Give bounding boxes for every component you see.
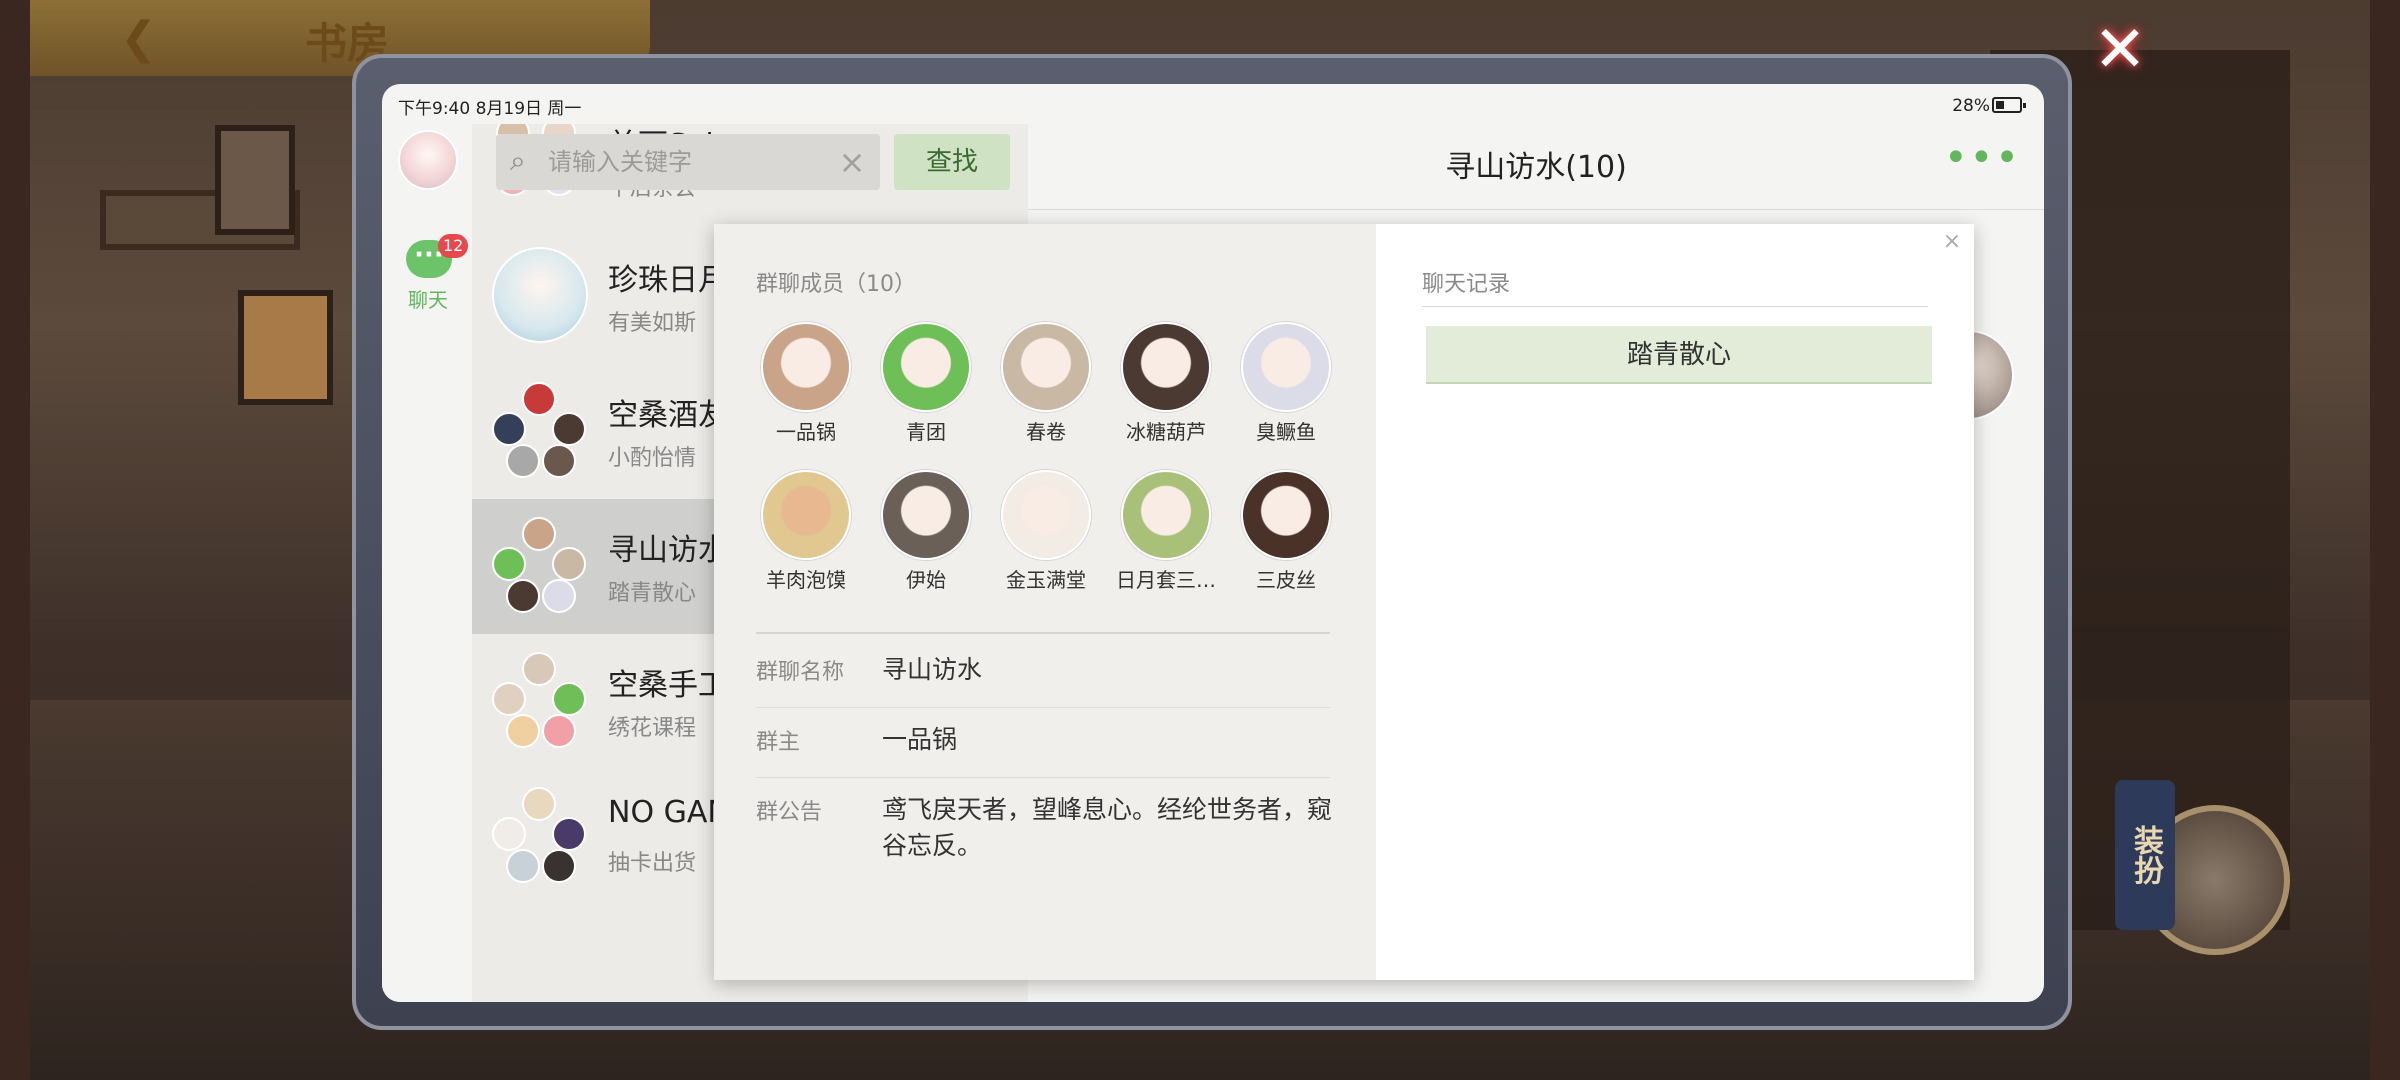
avatar[interactable] (398, 130, 458, 190)
wall-frame (215, 125, 295, 235)
group-avatar (492, 382, 588, 478)
group-avatar (492, 652, 588, 748)
battery-icon (1992, 97, 2026, 113)
close-icon[interactable]: ✕ (2085, 18, 2155, 82)
search-icon: ⌕ (510, 144, 526, 177)
status-bar: 下午9:40 8月19日 周一 28% (382, 84, 2044, 124)
group-notice-value: 鸢飞戾天者，望峰息心。经纶世务者，窥谷忘反。 (882, 795, 1333, 860)
close-icon[interactable]: × (1940, 230, 1964, 254)
group-owner-row: 群主 一品锅 (756, 724, 1330, 778)
member-item[interactable]: 日月套三… (1116, 470, 1216, 600)
member-item[interactable]: 冰糖葫芦 (1116, 322, 1216, 452)
member-name: 金玉满堂 (1006, 568, 1086, 592)
member-name: 春卷 (1026, 420, 1066, 444)
history-item[interactable]: 踏青散心 (1426, 326, 1932, 384)
chat-history-panel: 聊天记录 踏青散心 × (1376, 224, 1974, 980)
nav-item-chat[interactable]: ··· 12 聊天 (390, 234, 469, 324)
member-item[interactable]: 臭鳜鱼 (1236, 322, 1336, 452)
member-item[interactable]: 伊始 (876, 470, 976, 600)
group-notice-label: 群公告 (756, 800, 823, 825)
chat-preview: 有美如斯 (608, 311, 697, 336)
group-avatar (492, 787, 588, 883)
more-options-icon[interactable]: ••• (1944, 138, 2019, 186)
avatar (1001, 322, 1091, 412)
chat-title: 寻山访水(10) (1445, 150, 1627, 185)
divider (1422, 306, 1928, 307)
member-name: 三皮丝 (1256, 568, 1316, 592)
member-item[interactable]: 羊肉泡馍 (756, 470, 856, 600)
history-title: 聊天记录 (1422, 272, 1511, 297)
member-item[interactable]: 青团 (876, 322, 976, 452)
avatar (1241, 470, 1331, 560)
avatar (1121, 322, 1211, 412)
group-owner-label: 群主 (756, 730, 801, 755)
member-item[interactable]: 一品锅 (756, 322, 856, 452)
back-arrow-icon[interactable]: ❮ (120, 14, 170, 64)
search-button[interactable]: 查找 (894, 134, 1010, 190)
search-box[interactable]: ⌕ × (496, 134, 880, 190)
chat-title: 寻山访水 (608, 533, 728, 568)
group-name-row[interactable]: 群聊名称 寻山访水 (756, 654, 1330, 708)
group-name-label: 群聊名称 (756, 660, 845, 685)
clear-icon[interactable]: × (834, 144, 870, 180)
member-name: 臭鳜鱼 (1256, 420, 1316, 444)
member-name: 羊肉泡馍 (766, 568, 846, 592)
divider (756, 632, 1330, 634)
member-item[interactable]: 春卷 (996, 322, 1096, 452)
wall-frame (238, 290, 333, 405)
avatar (881, 470, 971, 560)
group-owner-value: 一品锅 (882, 725, 958, 754)
search-input[interactable] (548, 142, 828, 182)
members-title: 群聊成员（10） (756, 272, 916, 297)
nav-rail: ··· 12 聊天 (382, 124, 472, 1002)
group-name-value: 寻山访水 (882, 655, 983, 684)
chat-title: 空桑手工 (608, 668, 728, 703)
avatar (761, 470, 851, 560)
group-info-panel: 群聊成员（10） 一品锅 青团 春卷 冰糖葫芦 臭鳜鱼 羊肉泡馍 伊始 金玉满堂… (714, 224, 1376, 980)
group-avatar (492, 247, 588, 343)
chat-preview: 抽卡出货 (608, 851, 697, 876)
chat-preview: 绣花课程 (608, 716, 697, 741)
member-name: 日月套三… (1116, 568, 1216, 592)
member-name: 冰糖葫芦 (1126, 420, 1206, 444)
avatar (1241, 322, 1331, 412)
member-name: 伊始 (906, 568, 946, 592)
group-info-dialog: 群聊成员（10） 一品锅 青团 春卷 冰糖葫芦 臭鳜鱼 羊肉泡馍 伊始 金玉满堂… (714, 224, 1974, 980)
group-avatar (492, 517, 588, 613)
member-item[interactable]: 三皮丝 (1236, 470, 1336, 600)
dress-up-button[interactable]: 装扮 (2115, 780, 2175, 930)
left-edge (0, 0, 30, 1080)
avatar (881, 322, 971, 412)
chat-preview: 小酌怡情 (608, 446, 697, 471)
chat-title: 空桑酒友 (608, 398, 728, 433)
member-name: 青团 (906, 420, 946, 444)
member-name: 一品锅 (776, 420, 836, 444)
unread-badge: 12 (438, 234, 469, 258)
right-edge (2370, 0, 2400, 1080)
battery-percent: 28% (1952, 96, 1990, 116)
member-item[interactable]: 金玉满堂 (996, 470, 1096, 600)
chat-preview: 踏青散心 (608, 581, 697, 606)
chat-title: 珍珠日月 (608, 263, 728, 298)
chat-header: 寻山访水(10) ••• (1028, 124, 2044, 210)
avatar (1121, 470, 1211, 560)
nav-item-label: 聊天 (408, 288, 448, 312)
group-notice-row[interactable]: 群公告 鸢飞戾天者，望峰息心。经纶世务者，窥谷忘反。 (756, 794, 1333, 894)
status-time: 下午9:40 8月19日 周一 (398, 99, 582, 119)
avatar (761, 322, 851, 412)
avatar (1001, 470, 1091, 560)
